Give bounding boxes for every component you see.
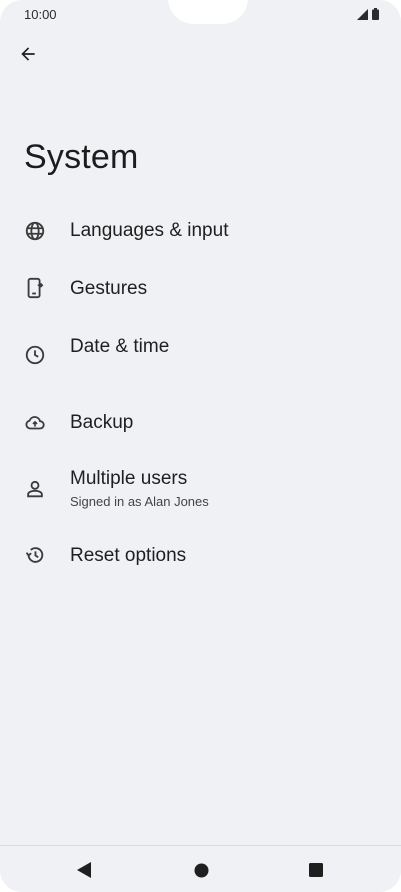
- settings-item-label: Multiple users: [70, 468, 188, 489]
- settings-item-backup[interactable]: Backup: [0, 404, 401, 444]
- clock-icon: [23, 343, 47, 367]
- phone-screen: 10:00 System Languages & input Gestures …: [0, 0, 401, 892]
- settings-item-gestures[interactable]: Gestures: [0, 270, 401, 310]
- settings-item-date-time[interactable]: Date & time: [0, 328, 401, 378]
- nav-recents-button[interactable]: [304, 858, 328, 882]
- settings-item-label: Languages & input: [70, 220, 229, 241]
- battery-icon: [372, 8, 379, 20]
- back-button[interactable]: [14, 40, 42, 68]
- status-time: 10:00: [24, 7, 57, 22]
- globe-icon: [23, 219, 47, 243]
- person-icon: [23, 477, 47, 501]
- status-icons: [357, 8, 379, 20]
- nav-home-button[interactable]: [189, 858, 213, 882]
- nav-back-button[interactable]: [72, 858, 96, 882]
- settings-item-subtitle: Signed in as Alan Jones: [70, 494, 209, 509]
- settings-item-reset-options[interactable]: Reset options: [0, 537, 401, 577]
- settings-item-multiple-users[interactable]: Multiple users Signed in as Alan Jones: [0, 462, 401, 518]
- settings-item-label: Reset options: [70, 545, 187, 566]
- settings-item-label: Date & time: [70, 336, 170, 357]
- page-title: System: [24, 138, 139, 176]
- history-icon: [23, 543, 47, 567]
- home-circle-icon: [194, 863, 208, 877]
- arrow-left-icon: [21, 47, 35, 61]
- settings-item-languages[interactable]: Languages & input: [0, 212, 401, 252]
- settings-item-label: Backup: [70, 412, 134, 433]
- phone-gesture-icon: [23, 276, 47, 300]
- navigation-bar: [0, 845, 401, 892]
- recents-square-icon: [309, 863, 323, 877]
- signal-icon: [357, 8, 368, 20]
- back-triangle-icon: [77, 862, 91, 878]
- cloud-upload-icon: [23, 411, 47, 435]
- settings-item-label: Gestures: [70, 278, 148, 299]
